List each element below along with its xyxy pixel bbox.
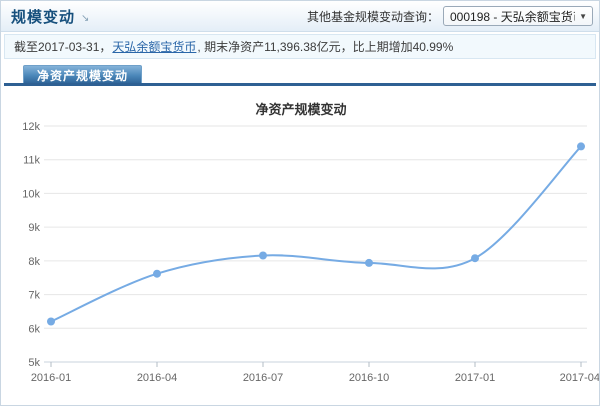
fund-select-value: 000198 - 天弘余额宝货币 xyxy=(450,9,576,24)
svg-text:12k: 12k xyxy=(22,121,40,133)
svg-text:10k: 10k xyxy=(22,188,40,200)
header-bar: 规模变动 ↘ 其他基金规模变动查询： 000198 - 天弘余额宝货币 ▼ xyxy=(1,1,599,32)
page-title: 规模变动 xyxy=(11,8,76,26)
svg-text:2017-04: 2017-04 xyxy=(560,372,600,384)
svg-text:11k: 11k xyxy=(23,155,40,167)
svg-text:2016-07: 2016-07 xyxy=(243,372,283,384)
svg-text:7k: 7k xyxy=(28,290,40,302)
expand-arrow-icon: ↘ xyxy=(81,13,90,24)
svg-text:2016-01: 2016-01 xyxy=(31,372,71,384)
fund-query-label: 其他基金规模变动查询： xyxy=(306,9,439,24)
svg-text:9k: 9k xyxy=(28,222,40,234)
svg-text:6k: 6k xyxy=(28,323,40,335)
svg-text:2016-10: 2016-10 xyxy=(349,372,389,384)
notice-suffix: , 期末净资产11,396.38亿元，比上期增加40.99% xyxy=(197,40,454,54)
svg-text:2016-04: 2016-04 xyxy=(137,372,177,384)
summary-notice-bar: 截至2017-03-31， 天弘余额宝货币, 期末净资产11,396.38亿元，比… xyxy=(4,34,596,59)
tab-underline xyxy=(4,83,596,86)
fund-link[interactable]: 天弘余额宝货币 xyxy=(112,38,196,55)
svg-text:5k: 5k xyxy=(28,357,40,369)
chart-title: 净资产规模变动 xyxy=(255,102,347,117)
tab-label: 净资产规模变动 xyxy=(37,68,129,83)
svg-text:8k: 8k xyxy=(28,256,40,268)
page-container: 规模变动 ↘ 其他基金规模变动查询： 000198 - 天弘余额宝货币 ▼ 截至… xyxy=(0,0,600,406)
net-asset-line-chart: 5k 6k 7k 8k 9k 10k 11k 12k 2016-01 2016-04 2016-07… xyxy=(22,121,600,384)
tab-net-asset-change[interactable]: 净资产规模变动 xyxy=(23,65,143,84)
notice-prefix: 截至2017-03-31， xyxy=(14,40,112,54)
svg-text:2017-01: 2017-01 xyxy=(455,372,495,384)
fund-query: 其他基金规模变动查询： 000198 - 天弘余额宝货币 ▼ xyxy=(307,6,599,26)
chevron-down-icon: ▼ xyxy=(579,11,587,21)
fund-select[interactable]: 000198 - 天弘余额宝货币 ▼ xyxy=(443,6,593,26)
